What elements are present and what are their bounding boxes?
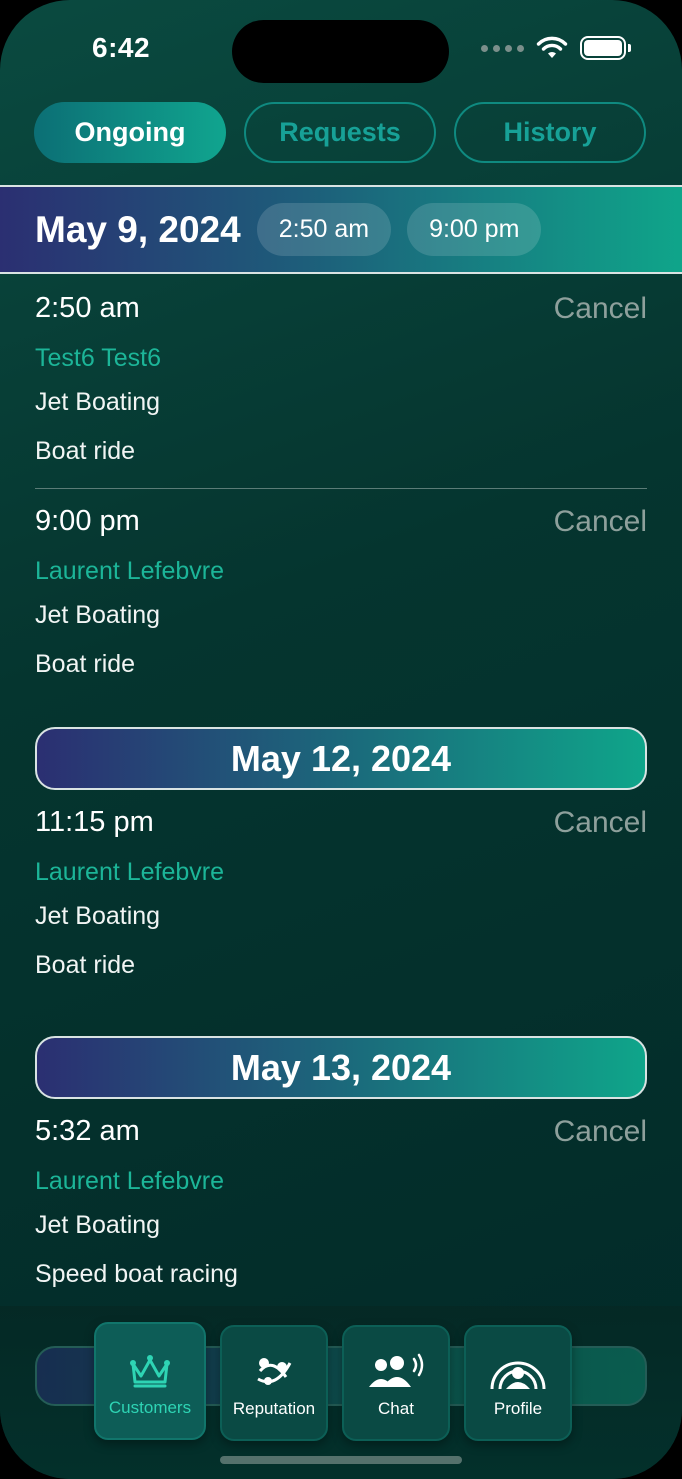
customer-name[interactable]: Laurent Lefebvre bbox=[35, 1161, 647, 1201]
profile-icon bbox=[490, 1361, 546, 1390]
app-screen: 6:42 Ongoing Requests History May 9, 202… bbox=[0, 0, 682, 1479]
status-time: 6:42 bbox=[92, 32, 151, 63]
status-icons bbox=[481, 36, 631, 60]
nav-label: Profile bbox=[493, 1399, 543, 1418]
nav-label: Customers bbox=[108, 1398, 192, 1417]
date-header-sticky: May 9, 2024 2:50 am 9:00 pm bbox=[0, 185, 682, 274]
nav-customers[interactable]: Customers bbox=[94, 1322, 206, 1440]
activity-name: Jet Boating bbox=[35, 601, 161, 629]
nav-label: Chat bbox=[378, 1399, 414, 1418]
chat-people-icon bbox=[369, 1353, 424, 1387]
nav-chat[interactable]: Chat bbox=[342, 1325, 450, 1441]
nav-reputation[interactable]: Reputation bbox=[220, 1325, 328, 1441]
battery-icon bbox=[580, 36, 631, 60]
customer-name[interactable]: Laurent Lefebvre bbox=[35, 551, 647, 591]
customer-name[interactable]: Laurent Lefebvre bbox=[35, 852, 647, 892]
appointment-item[interactable]: 9:00 pm Laurent Lefebvre Jet Boating Boa… bbox=[35, 489, 647, 727]
activity-name: Jet Boating bbox=[35, 1211, 161, 1239]
crown-icon bbox=[130, 1355, 170, 1388]
date-header: May 12, 2024 bbox=[35, 727, 647, 790]
tab-requests[interactable]: Requests bbox=[244, 102, 436, 163]
activity-name: Jet Boating bbox=[35, 902, 161, 930]
home-indicator[interactable] bbox=[220, 1456, 462, 1464]
date-header: May 13, 2024 bbox=[35, 1036, 647, 1099]
reputation-icon bbox=[257, 1358, 292, 1385]
appointment-item[interactable]: 2:50 am Test6 Test6 Jet Boating Boat rid… bbox=[35, 276, 647, 488]
date-header-title: May 9, 2024 bbox=[35, 208, 241, 250]
cancel-button[interactable]: Cancel bbox=[554, 1115, 647, 1149]
cancel-button[interactable]: Cancel bbox=[554, 505, 647, 539]
segment-tabs: Ongoing Requests History bbox=[34, 102, 646, 163]
dynamic-island bbox=[232, 20, 449, 83]
time-chip[interactable]: 9:00 pm bbox=[407, 203, 542, 256]
cancel-button[interactable]: Cancel bbox=[554, 806, 647, 840]
service-name: Speed boat racing bbox=[35, 1260, 238, 1288]
service-name: Boat ride bbox=[35, 951, 136, 979]
nav-label: Reputation bbox=[232, 1399, 316, 1418]
appointment-item[interactable]: 11:15 pm Laurent Lefebvre Jet Boating Bo… bbox=[35, 790, 647, 1036]
tab-ongoing[interactable]: Ongoing bbox=[34, 102, 226, 163]
bottom-nav: Customers Reputation Chat Profile bbox=[94, 1322, 572, 1441]
activity-name: Jet Boating bbox=[35, 388, 161, 416]
cancel-button[interactable]: Cancel bbox=[554, 292, 647, 326]
nav-profile[interactable]: Profile bbox=[464, 1325, 572, 1441]
signal-icon bbox=[481, 44, 524, 52]
customer-name[interactable]: Test6 Test6 bbox=[35, 338, 647, 378]
wifi-icon bbox=[536, 36, 568, 58]
tab-history[interactable]: History bbox=[454, 102, 646, 163]
appointment-list: 2:50 am Test6 Test6 Jet Boating Boat rid… bbox=[35, 276, 647, 1311]
appointment-item[interactable]: 5:32 am Laurent Lefebvre Jet Boating Spe… bbox=[35, 1099, 647, 1311]
time-chip[interactable]: 2:50 am bbox=[256, 203, 392, 256]
service-name: Boat ride bbox=[35, 437, 136, 465]
service-name: Boat ride bbox=[35, 650, 136, 678]
